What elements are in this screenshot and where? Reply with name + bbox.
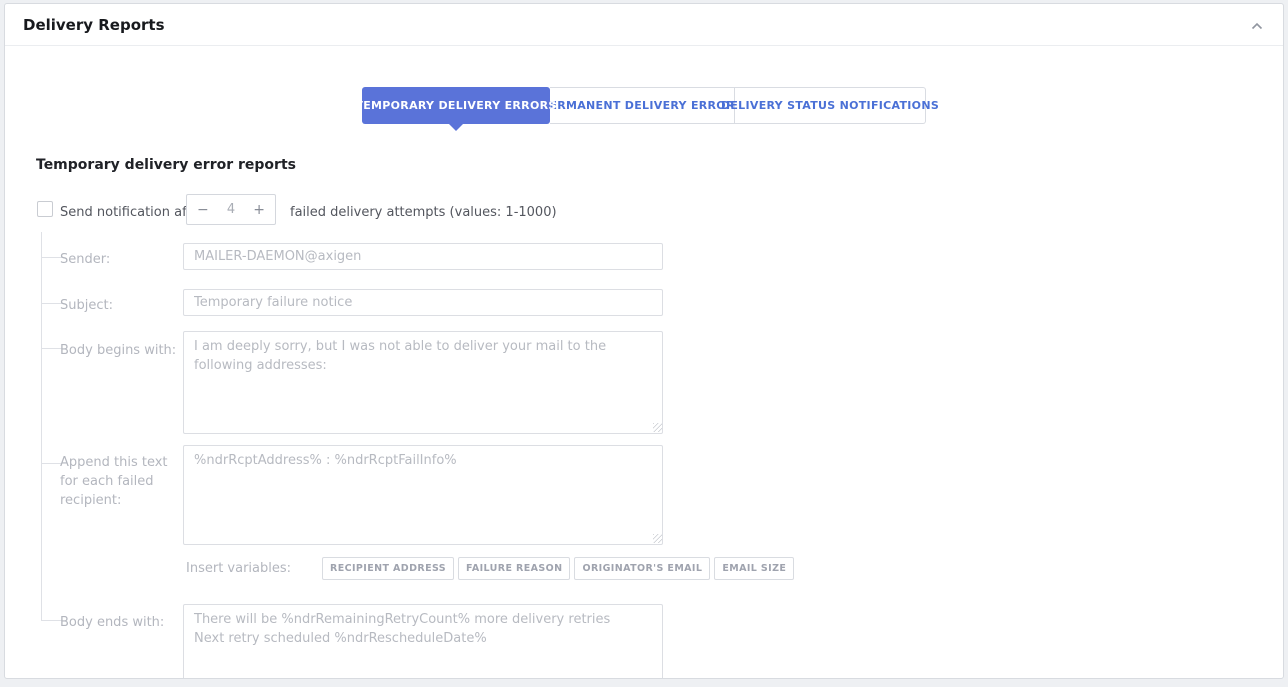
variable-originators-email-button[interactable]: ORIGINATOR'S EMAIL: [574, 557, 711, 580]
insert-variables-label: Insert variables:: [186, 561, 292, 576]
tree-connector: [41, 620, 62, 621]
resize-handle[interactable]: [653, 534, 662, 543]
append-text-textarea[interactable]: %ndrRcptAddress% : %ndrRcptFailInfo%: [183, 445, 663, 545]
attempts-suffix-label: failed delivery attempts (values: 1-1000…: [290, 205, 557, 220]
tab-permanent-delivery-errors[interactable]: PERMANENT DELIVERY ERRORS: [541, 87, 743, 124]
append-text-label: Append this text for each failed recipie…: [60, 455, 168, 508]
attempts-stepper[interactable]: − 4 +: [186, 194, 276, 225]
active-tab-caret: [449, 124, 463, 131]
variable-recipient-address-button[interactable]: RECIPIENT ADDRESS: [322, 557, 455, 580]
tree-connector: [41, 463, 62, 464]
chevron-up-icon: [1251, 22, 1263, 30]
delivery-reports-panel: Delivery Reports TEMPORARY DELIVERY ERRO…: [4, 3, 1284, 679]
variable-buttons-row: RECIPIENT ADDRESS FAILURE REASON ORIGINA…: [322, 557, 795, 580]
section-title: Temporary delivery error reports: [36, 157, 296, 173]
tree-trunk-line: [41, 232, 42, 621]
tab-delivery-status-notifications[interactable]: DELIVERY STATUS NOTIFICATIONS: [721, 87, 939, 124]
tree-connector: [41, 303, 62, 304]
body-ends-label: Body ends with:: [60, 615, 165, 630]
tab-bar: TEMPORARY DELIVERY ERRORS PERMANENT DELI…: [355, 87, 939, 124]
tree-connector: [41, 257, 62, 258]
stepper-minus-button[interactable]: −: [197, 203, 209, 217]
subject-label: Subject:: [60, 298, 113, 313]
panel-header: Delivery Reports: [5, 4, 1283, 46]
body-begins-textarea[interactable]: I am deeply sorry, but I was not able to…: [183, 331, 663, 434]
variable-email-size-button[interactable]: EMAIL SIZE: [714, 557, 795, 580]
stepper-value: 4: [226, 202, 236, 217]
resize-handle[interactable]: [653, 423, 662, 432]
tab-temporary-delivery-errors[interactable]: TEMPORARY DELIVERY ERRORS: [355, 87, 556, 124]
variable-failure-reason-button[interactable]: FAILURE REASON: [458, 557, 571, 580]
body-ends-textarea[interactable]: There will be %ndrRemainingRetryCount% m…: [183, 604, 663, 678]
sender-input[interactable]: [183, 243, 663, 270]
page-title: Delivery Reports: [23, 16, 165, 34]
subject-input[interactable]: [183, 289, 663, 316]
collapse-button[interactable]: [1247, 17, 1267, 35]
send-notification-checkbox[interactable]: [37, 201, 53, 217]
send-notification-label: Send notification after: [60, 205, 205, 220]
stepper-plus-button[interactable]: +: [253, 203, 265, 217]
tree-connector: [41, 348, 62, 349]
sender-label: Sender:: [60, 252, 111, 267]
body-begins-label: Body begins with:: [60, 343, 177, 358]
